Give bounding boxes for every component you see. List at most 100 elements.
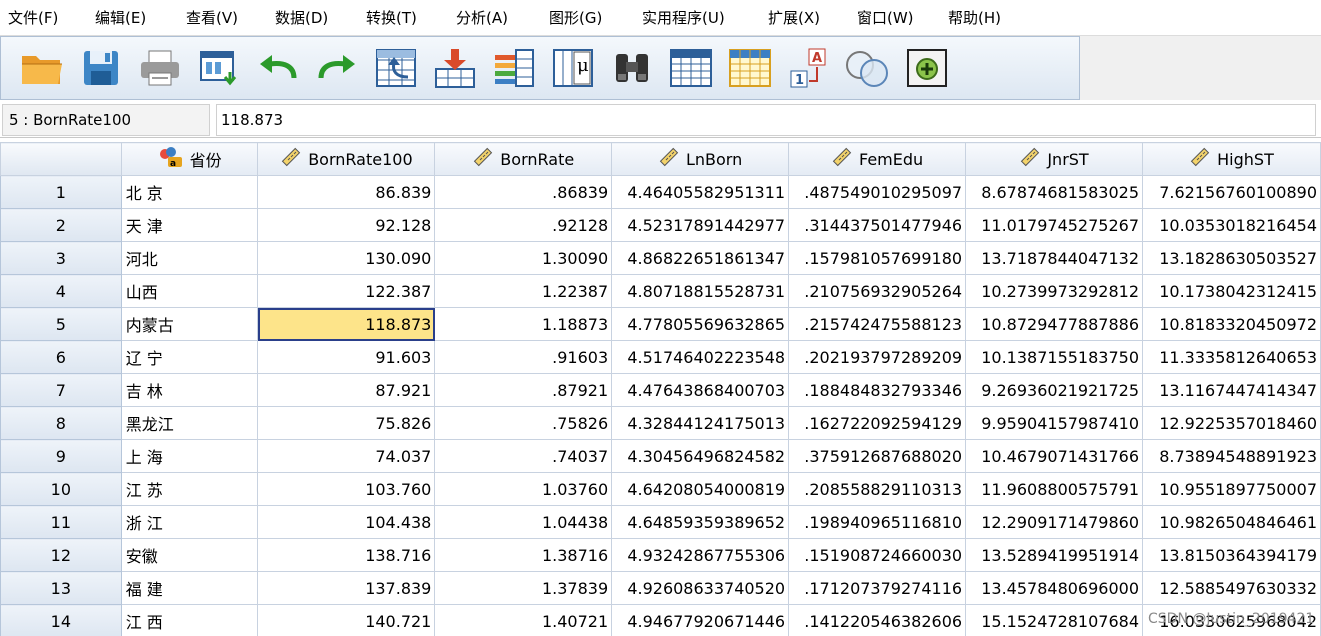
grid-cell[interactable]: 130.090 <box>257 241 436 275</box>
grid-cell[interactable]: 1.37839 <box>434 571 613 605</box>
grid-cell[interactable]: 74.037 <box>257 439 436 473</box>
grid-cell[interactable]: 1.18873 <box>434 307 613 341</box>
column-header-2[interactable]: BornRate <box>434 142 613 176</box>
variables-icon[interactable] <box>489 43 539 93</box>
menu-item-0[interactable]: 文件(F) <box>0 7 87 28</box>
grid-cell[interactable]: .151908724660030 <box>788 538 967 572</box>
grid-cell[interactable]: 4.94677920671446 <box>611 604 790 636</box>
grid-cell[interactable]: 北 京 <box>120 175 259 209</box>
cell-name-box[interactable]: 5 : BornRate100 <box>2 104 210 136</box>
grid-cell[interactable]: 1.03760 <box>434 472 613 506</box>
grid-cell[interactable]: .86839 <box>434 175 613 209</box>
grid-cell[interactable]: 4.46405582951311 <box>611 175 790 209</box>
grid-cell[interactable]: 86.839 <box>257 175 436 209</box>
menu-item-6[interactable]: 图形(G) <box>541 7 634 28</box>
insert-variable-icon[interactable] <box>725 43 775 93</box>
row-number[interactable]: 2 <box>0 208 122 242</box>
menu-item-1[interactable]: 编辑(E) <box>87 7 178 28</box>
grid-cell[interactable]: 河北 <box>120 241 259 275</box>
grid-cell[interactable]: 13.1828630503527 <box>1142 241 1321 275</box>
grid-cell[interactable]: 4.30456496824582 <box>611 439 790 473</box>
grid-cell[interactable]: 75.826 <box>257 406 436 440</box>
grid-cell[interactable]: .162722092594129 <box>788 406 967 440</box>
row-number[interactable]: 8 <box>0 406 122 440</box>
grid-cell[interactable]: 13.5289419951914 <box>965 538 1143 572</box>
find-icon[interactable] <box>607 43 657 93</box>
grid-cell[interactable]: 4.47643868400703 <box>611 373 790 407</box>
menu-item-10[interactable]: 帮助(H) <box>940 7 1030 28</box>
grid-cell[interactable]: 天 津 <box>120 208 259 242</box>
grid-cell[interactable]: 12.5885497630332 <box>1142 571 1321 605</box>
grid-cell[interactable]: 137.839 <box>257 571 436 605</box>
grid-cell[interactable]: 浙 江 <box>120 505 259 539</box>
grid-cell[interactable]: 4.64859359389652 <box>611 505 790 539</box>
grid-cell[interactable]: .375912687688020 <box>788 439 967 473</box>
grid-cell[interactable]: 103.760 <box>257 472 436 506</box>
grid-cell[interactable]: 12.9225357018460 <box>1142 406 1321 440</box>
undo-icon[interactable] <box>253 43 303 93</box>
grid-cell[interactable]: 13.8150364394179 <box>1142 538 1321 572</box>
insert-cases-icon[interactable] <box>666 43 716 93</box>
menu-item-3[interactable]: 数据(D) <box>267 7 358 28</box>
grid-cell[interactable]: 10.0353018216454 <box>1142 208 1321 242</box>
grid-cell[interactable]: 10.1387155183750 <box>965 340 1143 374</box>
recall-dialog-icon[interactable] <box>194 43 244 93</box>
grid-cell[interactable]: 140.721 <box>257 604 436 636</box>
row-number[interactable]: 12 <box>0 538 122 572</box>
row-number[interactable]: 3 <box>0 241 122 275</box>
grid-cell[interactable]: 内蒙古 <box>120 307 259 341</box>
row-number[interactable]: 1 <box>0 175 122 209</box>
row-number[interactable]: 9 <box>0 439 122 473</box>
menu-item-8[interactable]: 扩展(X) <box>760 7 849 28</box>
grid-cell[interactable]: .215742475588123 <box>788 307 967 341</box>
column-header-3[interactable]: LnBorn <box>611 142 790 176</box>
grid-cell[interactable]: 安徽 <box>120 538 259 572</box>
goto-case-icon[interactable] <box>371 43 421 93</box>
grid-cell[interactable]: .91603 <box>434 340 613 374</box>
grid-cell[interactable]: 1.04438 <box>434 505 613 539</box>
grid-cell[interactable]: 4.93242867755306 <box>611 538 790 572</box>
grid-cell[interactable]: 91.603 <box>257 340 436 374</box>
grid-cell[interactable]: 4.52317891442977 <box>611 208 790 242</box>
grid-cell[interactable]: 1.30090 <box>434 241 613 275</box>
grid-cell[interactable]: 8.67874681583025 <box>965 175 1143 209</box>
menu-item-4[interactable]: 转换(T) <box>358 7 448 28</box>
column-header-5[interactable]: JnrST <box>965 142 1143 176</box>
grid-cell[interactable]: 4.32844124175013 <box>611 406 790 440</box>
grid-cell[interactable]: 11.3335812640653 <box>1142 340 1321 374</box>
grid-cell[interactable]: 1.22387 <box>434 274 613 308</box>
grid-cell[interactable]: 7.62156760100890 <box>1142 175 1321 209</box>
grid-cell[interactable]: 122.387 <box>257 274 436 308</box>
row-number[interactable]: 7 <box>0 373 122 407</box>
column-header-0[interactable]: a 省份 <box>120 142 259 176</box>
row-number[interactable]: 6 <box>0 340 122 374</box>
grid-cell[interactable]: 9.95904157987410 <box>965 406 1143 440</box>
grid-cell[interactable]: .198940965116810 <box>788 505 967 539</box>
grid-cell[interactable]: 上 海 <box>120 439 259 473</box>
column-header-4[interactable]: FemEdu <box>788 142 967 176</box>
grid-cell[interactable]: .157981057699180 <box>788 241 967 275</box>
row-number[interactable]: 14 <box>0 604 122 636</box>
grid-cell[interactable]: 10.9551897750007 <box>1142 472 1321 506</box>
menu-item-9[interactable]: 窗口(W) <box>849 7 940 28</box>
grid-cell[interactable]: .202193797289209 <box>788 340 967 374</box>
save-icon[interactable] <box>76 43 126 93</box>
grid-cell[interactable]: 1.40721 <box>434 604 613 636</box>
open-folder-icon[interactable] <box>17 43 67 93</box>
column-header-6[interactable]: HighST <box>1142 142 1321 176</box>
grid-cell[interactable]: 10.4679071431766 <box>965 439 1143 473</box>
grid-cell[interactable]: 福 建 <box>120 571 259 605</box>
grid-cell[interactable]: 15.1524728107684 <box>965 604 1143 636</box>
grid-cell[interactable]: 13.1167447414347 <box>1142 373 1321 407</box>
row-number[interactable]: 4 <box>0 274 122 308</box>
grid-cell[interactable]: 104.438 <box>257 505 436 539</box>
grid-cell[interactable]: .487549010295097 <box>788 175 967 209</box>
grid-cell[interactable]: 12.2909171479860 <box>965 505 1143 539</box>
redo-icon[interactable] <box>312 43 362 93</box>
grid-cell[interactable]: 10.8729477887886 <box>965 307 1143 341</box>
grid-cell[interactable]: 13.4578480696000 <box>965 571 1143 605</box>
grid-cell[interactable]: .74037 <box>434 439 613 473</box>
grid-cell[interactable]: 87.921 <box>257 373 436 407</box>
row-number[interactable]: 10 <box>0 472 122 506</box>
grid-cell[interactable]: 11.0179745275267 <box>965 208 1143 242</box>
